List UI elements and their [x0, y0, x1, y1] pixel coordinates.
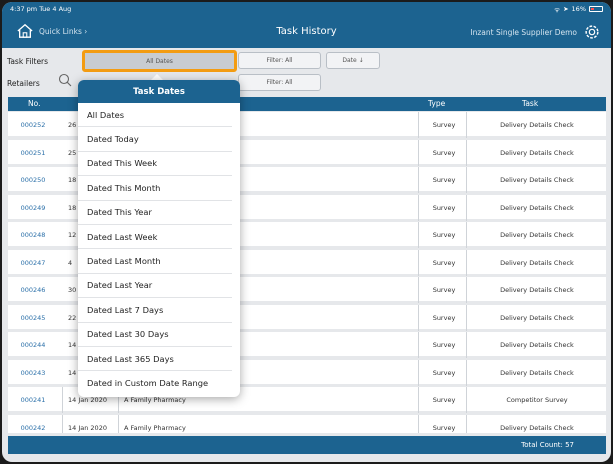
row-number[interactable]: 000252 — [8, 121, 58, 129]
col-header-no[interactable]: No. — [28, 99, 40, 108]
row-task: Delivery Details Check — [500, 231, 574, 239]
retailer-filter-button[interactable]: Filter: All — [238, 74, 321, 91]
wifi-icon: ᯤ — [554, 5, 561, 14]
row-number[interactable]: 000243 — [8, 369, 58, 377]
date-option-this-year[interactable]: Dated This Year — [78, 201, 232, 225]
date-option-last-year[interactable]: Dated Last Year — [78, 274, 232, 299]
row-type: Survey — [432, 424, 456, 432]
search-icon[interactable] — [58, 73, 72, 87]
row-date: 25 — [68, 149, 77, 157]
status-time: 4:37 pm — [10, 5, 38, 13]
task-dates-popover: Task Dates All Dates Dated Today Dated T… — [78, 80, 240, 397]
row-number[interactable]: 000242 — [8, 424, 58, 432]
location-icon: ➤ — [563, 5, 569, 13]
company-name: Inzant Single Supplier Demo — [470, 27, 577, 37]
row-task: Delivery Details Check — [500, 314, 574, 322]
task-filter-button[interactable]: Filter: All — [238, 52, 321, 69]
row-number[interactable]: 000248 — [8, 231, 58, 239]
row-number[interactable]: 000244 — [8, 341, 58, 349]
row-date: 4 — [68, 259, 73, 267]
date-option-custom-range[interactable]: Dated in Custom Date Range — [78, 371, 232, 395]
row-task: Delivery Details Check — [500, 424, 574, 432]
date-sort-button[interactable]: Date ↓ — [326, 52, 380, 69]
row-task: Delivery Details Check — [500, 149, 574, 157]
row-retailer: A Family Pharmacy — [124, 396, 186, 404]
row-task: Delivery Details Check — [500, 369, 574, 377]
row-number[interactable]: 000247 — [8, 259, 58, 267]
row-task: Delivery Details Check — [500, 121, 574, 129]
date-option-last-30-days[interactable]: Dated Last 30 Days — [78, 323, 232, 347]
battery-percent: 16% — [571, 5, 586, 13]
row-type: Survey — [432, 369, 456, 377]
table-row[interactable]: 000242 14 Jan 2020 A Family Pharmacy Sur… — [8, 415, 606, 435]
row-date: 14 — [68, 369, 77, 377]
row-type: Survey — [432, 176, 456, 184]
row-type: Survey — [432, 396, 456, 404]
popover-title: Task Dates — [78, 80, 240, 103]
gear-icon — [585, 25, 599, 39]
row-date: 18 — [68, 204, 77, 212]
ipad-screen: 4:37 pm Tue 4 Aug ᯤ ➤ 16% Quick Links › … — [2, 2, 611, 462]
col-header-type[interactable]: Type — [428, 99, 445, 108]
row-retailer: A Family Pharmacy — [124, 424, 186, 432]
total-count: Total Count: 57 — [521, 441, 574, 449]
row-date: 14 Jan 2020 — [68, 396, 107, 404]
status-date: Tue 4 Aug — [39, 5, 72, 13]
row-task: Competitor Survey — [506, 396, 568, 404]
date-option-last-week[interactable]: Dated Last Week — [78, 225, 232, 250]
row-date: 14 Jan 2020 — [68, 424, 107, 432]
date-option-this-week[interactable]: Dated This Week — [78, 152, 232, 177]
status-bar: 4:37 pm Tue 4 Aug ᯤ ➤ 16% — [2, 2, 611, 16]
row-task: Delivery Details Check — [500, 259, 574, 267]
row-type: Survey — [432, 149, 456, 157]
row-number[interactable]: 000245 — [8, 314, 58, 322]
row-date: 18 — [68, 176, 77, 184]
row-number[interactable]: 000251 — [8, 149, 58, 157]
date-option-last-365-days[interactable]: Dated Last 365 Days — [78, 347, 232, 372]
row-date: 12 — [68, 231, 77, 239]
row-number[interactable]: 000249 — [8, 204, 58, 212]
date-option-last-month[interactable]: Dated Last Month — [78, 249, 232, 274]
row-type: Survey — [432, 286, 456, 294]
row-type: Survey — [432, 314, 456, 322]
row-type: Survey — [432, 341, 456, 349]
row-task: Delivery Details Check — [500, 341, 574, 349]
row-type: Survey — [432, 259, 456, 267]
row-number[interactable]: 000246 — [8, 286, 58, 294]
date-option-all[interactable]: All Dates — [78, 103, 232, 128]
row-number[interactable]: 000250 — [8, 176, 58, 184]
row-date: 26 — [68, 121, 77, 129]
row-date: 22 — [68, 314, 77, 322]
col-header-task[interactable]: Task — [522, 99, 538, 108]
row-task: Delivery Details Check — [500, 204, 574, 212]
row-number[interactable]: 000241 — [8, 396, 58, 404]
date-option-last-7-days[interactable]: Dated Last 7 Days — [78, 298, 232, 323]
row-type: Survey — [432, 121, 456, 129]
row-date: 14 — [68, 341, 77, 349]
row-task: Delivery Details Check — [500, 176, 574, 184]
retailers-label: Retailers — [7, 79, 40, 88]
task-filters-label: Task Filters — [7, 57, 49, 66]
nav-bar: Quick Links › Task History Inzant Single… — [2, 16, 611, 48]
date-option-today[interactable]: Dated Today — [78, 127, 232, 152]
row-task: Delivery Details Check — [500, 286, 574, 294]
row-type: Survey — [432, 204, 456, 212]
row-date: 30 — [68, 286, 77, 294]
date-filter-button[interactable]: All Dates — [82, 50, 237, 72]
date-option-this-month[interactable]: Dated This Month — [78, 176, 232, 201]
row-type: Survey — [432, 231, 456, 239]
company-settings-button[interactable]: Inzant Single Supplier Demo — [470, 23, 601, 41]
table-footer: Total Count: 57 — [8, 436, 606, 454]
battery-icon — [589, 6, 603, 12]
